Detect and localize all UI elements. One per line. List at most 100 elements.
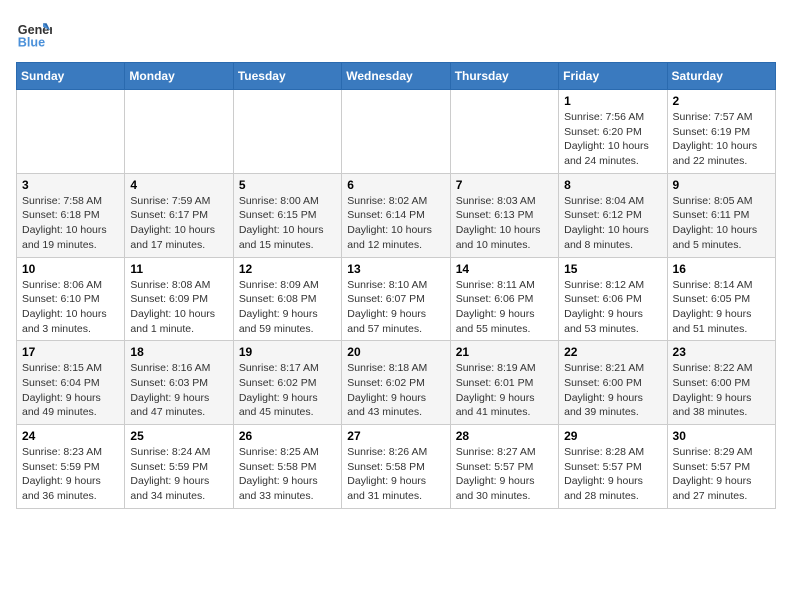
day-info: Sunrise: 8:10 AM Sunset: 6:07 PM Dayligh… (347, 278, 444, 337)
day-number: 12 (239, 262, 336, 276)
day-number: 13 (347, 262, 444, 276)
day-number: 30 (673, 429, 770, 443)
day-info: Sunrise: 8:08 AM Sunset: 6:09 PM Dayligh… (130, 278, 227, 337)
calendar-cell: 7 Sunrise: 8:03 AM Sunset: 6:13 PM Daylig… (450, 173, 558, 257)
calendar-cell: 22 Sunrise: 8:21 AM Sunset: 6:00 PM Dayli… (559, 341, 667, 425)
calendar-cell: 9Sunrise: 8:05 AM Sunset: 6:11 PM Daylig… (667, 173, 775, 257)
day-number: 4 (130, 178, 227, 192)
day-number: 14 (456, 262, 553, 276)
calendar-table: SundayMondayTuesdayWednesdayThursdayFrid… (16, 62, 776, 509)
day-number: 21 (456, 345, 553, 359)
day-number: 1 (564, 94, 661, 108)
calendar-cell: 25Sunrise: 8:24 AM Sunset: 5:59 PM Dayli… (125, 425, 233, 509)
header-monday: Monday (125, 63, 233, 90)
calendar-cell: 24Sunrise: 8:23 AM Sunset: 5:59 PM Dayli… (17, 425, 125, 509)
calendar-cell: 4 Sunrise: 7:59 AM Sunset: 6:17 PM Daylig… (125, 173, 233, 257)
calendar-cell: 16 Sunrise: 8:14 AM Sunset: 6:05 PM Dayli… (667, 257, 775, 341)
day-info: Sunrise: 8:03 AM Sunset: 6:13 PM Dayligh… (456, 194, 553, 253)
day-info: Sunrise: 8:05 AM Sunset: 6:11 PM Dayligh… (673, 194, 770, 253)
day-info: Sunrise: 8:04 AM Sunset: 6:12 PM Dayligh… (564, 194, 661, 253)
page-header: General Blue (16, 16, 776, 52)
calendar-week-4: 17Sunrise: 8:15 AM Sunset: 6:04 PM Dayli… (17, 341, 776, 425)
day-number: 7 (456, 178, 553, 192)
day-number: 23 (673, 345, 770, 359)
calendar-week-5: 24Sunrise: 8:23 AM Sunset: 5:59 PM Dayli… (17, 425, 776, 509)
calendar-cell: 10 Sunrise: 8:06 AM Sunset: 6:10 PM Dayli… (17, 257, 125, 341)
calendar-cell: 15Sunrise: 8:12 AM Sunset: 6:06 PM Dayli… (559, 257, 667, 341)
calendar-cell (125, 90, 233, 174)
day-number: 16 (673, 262, 770, 276)
day-number: 15 (564, 262, 661, 276)
calendar-cell (233, 90, 341, 174)
day-info: Sunrise: 8:06 AM Sunset: 6:10 PM Dayligh… (22, 278, 119, 337)
day-number: 17 (22, 345, 119, 359)
calendar-cell: 11 Sunrise: 8:08 AM Sunset: 6:09 PM Dayli… (125, 257, 233, 341)
calendar-cell: 12Sunrise: 8:09 AM Sunset: 6:08 PM Dayli… (233, 257, 341, 341)
day-number: 10 (22, 262, 119, 276)
day-info: Sunrise: 8:19 AM Sunset: 6:01 PM Dayligh… (456, 361, 553, 420)
calendar-header-row: SundayMondayTuesdayWednesdayThursdayFrid… (17, 63, 776, 90)
calendar-cell: 5Sunrise: 8:00 AM Sunset: 6:15 PM Daylig… (233, 173, 341, 257)
day-number: 28 (456, 429, 553, 443)
calendar-cell: 13 Sunrise: 8:10 AM Sunset: 6:07 PM Dayli… (342, 257, 450, 341)
calendar-cell: 8 Sunrise: 8:04 AM Sunset: 6:12 PM Daylig… (559, 173, 667, 257)
calendar-cell: 17Sunrise: 8:15 AM Sunset: 6:04 PM Dayli… (17, 341, 125, 425)
calendar-week-3: 10 Sunrise: 8:06 AM Sunset: 6:10 PM Dayli… (17, 257, 776, 341)
logo-icon: General Blue (16, 16, 52, 52)
day-number: 25 (130, 429, 227, 443)
calendar-cell: 14 Sunrise: 8:11 AM Sunset: 6:06 PM Dayli… (450, 257, 558, 341)
logo: General Blue (16, 16, 56, 52)
header-saturday: Saturday (667, 63, 775, 90)
calendar-cell: 29Sunrise: 8:28 AM Sunset: 5:57 PM Dayli… (559, 425, 667, 509)
day-number: 26 (239, 429, 336, 443)
header-friday: Friday (559, 63, 667, 90)
day-info: Sunrise: 8:26 AM Sunset: 5:58 PM Dayligh… (347, 445, 444, 504)
day-number: 20 (347, 345, 444, 359)
day-info: Sunrise: 7:56 AM Sunset: 6:20 PM Dayligh… (564, 110, 661, 169)
day-info: Sunrise: 8:11 AM Sunset: 6:06 PM Dayligh… (456, 278, 553, 337)
calendar-cell: 3Sunrise: 7:58 AM Sunset: 6:18 PM Daylig… (17, 173, 125, 257)
calendar-cell (342, 90, 450, 174)
day-info: Sunrise: 7:57 AM Sunset: 6:19 PM Dayligh… (673, 110, 770, 169)
day-info: Sunrise: 8:27 AM Sunset: 5:57 PM Dayligh… (456, 445, 553, 504)
calendar-cell: 30 Sunrise: 8:29 AM Sunset: 5:57 PM Dayli… (667, 425, 775, 509)
calendar-cell: 26 Sunrise: 8:25 AM Sunset: 5:58 PM Dayli… (233, 425, 341, 509)
day-number: 8 (564, 178, 661, 192)
calendar-cell: 19 Sunrise: 8:17 AM Sunset: 6:02 PM Dayli… (233, 341, 341, 425)
calendar-cell: 20 Sunrise: 8:18 AM Sunset: 6:02 PM Dayli… (342, 341, 450, 425)
calendar-cell: 1 Sunrise: 7:56 AM Sunset: 6:20 PM Daylig… (559, 90, 667, 174)
day-info: Sunrise: 8:16 AM Sunset: 6:03 PM Dayligh… (130, 361, 227, 420)
day-info: Sunrise: 8:18 AM Sunset: 6:02 PM Dayligh… (347, 361, 444, 420)
day-number: 22 (564, 345, 661, 359)
calendar-cell: 23 Sunrise: 8:22 AM Sunset: 6:00 PM Dayli… (667, 341, 775, 425)
calendar-cell (450, 90, 558, 174)
day-number: 2 (673, 94, 770, 108)
day-info: Sunrise: 8:22 AM Sunset: 6:00 PM Dayligh… (673, 361, 770, 420)
day-info: Sunrise: 8:17 AM Sunset: 6:02 PM Dayligh… (239, 361, 336, 420)
day-number: 19 (239, 345, 336, 359)
calendar-cell: 28 Sunrise: 8:27 AM Sunset: 5:57 PM Dayli… (450, 425, 558, 509)
day-info: Sunrise: 8:23 AM Sunset: 5:59 PM Dayligh… (22, 445, 119, 504)
day-info: Sunrise: 8:28 AM Sunset: 5:57 PM Dayligh… (564, 445, 661, 504)
day-info: Sunrise: 8:14 AM Sunset: 6:05 PM Dayligh… (673, 278, 770, 337)
day-number: 6 (347, 178, 444, 192)
calendar-cell: 21 Sunrise: 8:19 AM Sunset: 6:01 PM Dayli… (450, 341, 558, 425)
header-sunday: Sunday (17, 63, 125, 90)
day-info: Sunrise: 8:21 AM Sunset: 6:00 PM Dayligh… (564, 361, 661, 420)
calendar-week-2: 3Sunrise: 7:58 AM Sunset: 6:18 PM Daylig… (17, 173, 776, 257)
day-number: 11 (130, 262, 227, 276)
calendar-cell: 27 Sunrise: 8:26 AM Sunset: 5:58 PM Dayli… (342, 425, 450, 509)
svg-text:Blue: Blue (18, 36, 45, 50)
day-info: Sunrise: 8:29 AM Sunset: 5:57 PM Dayligh… (673, 445, 770, 504)
calendar-cell: 18Sunrise: 8:16 AM Sunset: 6:03 PM Dayli… (125, 341, 233, 425)
day-info: Sunrise: 8:02 AM Sunset: 6:14 PM Dayligh… (347, 194, 444, 253)
day-info: Sunrise: 8:25 AM Sunset: 5:58 PM Dayligh… (239, 445, 336, 504)
calendar-cell: 6 Sunrise: 8:02 AM Sunset: 6:14 PM Daylig… (342, 173, 450, 257)
header-thursday: Thursday (450, 63, 558, 90)
calendar-cell (17, 90, 125, 174)
day-info: Sunrise: 8:00 AM Sunset: 6:15 PM Dayligh… (239, 194, 336, 253)
header-tuesday: Tuesday (233, 63, 341, 90)
calendar-week-1: 1 Sunrise: 7:56 AM Sunset: 6:20 PM Daylig… (17, 90, 776, 174)
day-info: Sunrise: 7:59 AM Sunset: 6:17 PM Dayligh… (130, 194, 227, 253)
day-number: 27 (347, 429, 444, 443)
